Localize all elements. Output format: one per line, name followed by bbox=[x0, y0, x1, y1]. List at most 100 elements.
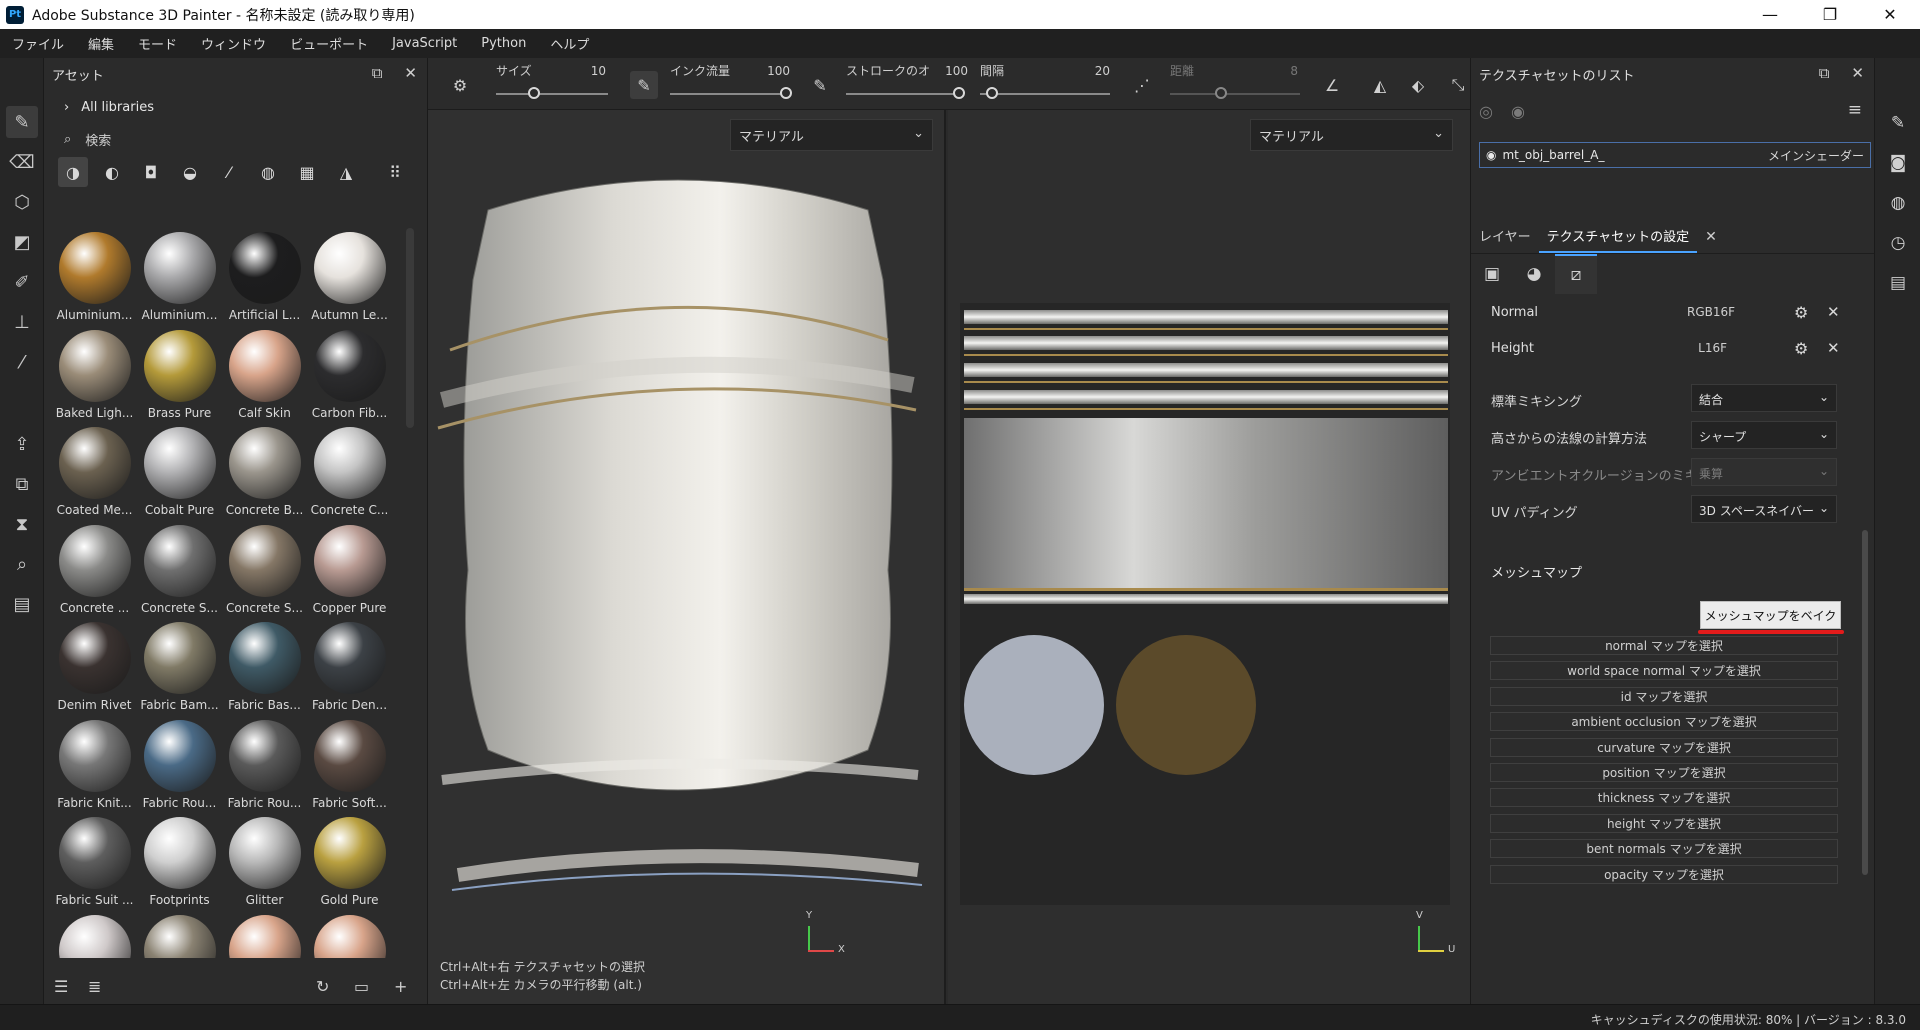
hide-icon[interactable]: ◎ bbox=[1479, 102, 1493, 121]
symmetry-icon[interactable]: ◭ bbox=[1366, 71, 1394, 99]
color-picker-icon[interactable]: ⁄ bbox=[6, 346, 38, 378]
stroke-value[interactable]: 100 bbox=[936, 64, 968, 78]
material-tile[interactable]: Fabric Bam... bbox=[137, 618, 222, 716]
hourglass-icon[interactable]: ⧗ bbox=[6, 508, 38, 540]
angle-icon[interactable]: ∠ bbox=[1318, 71, 1346, 99]
material-tile[interactable]: Autumn Le... bbox=[307, 228, 392, 326]
mesh-map-select-button[interactable]: normal マップを選択 bbox=[1490, 636, 1838, 655]
mesh-map-select-button[interactable]: height マップを選択 bbox=[1490, 813, 1838, 833]
log-icon[interactable]: ▤ bbox=[1883, 268, 1913, 298]
tab-layers[interactable]: レイヤー bbox=[1471, 226, 1539, 253]
pressure-icon[interactable]: ⤡ bbox=[1444, 71, 1472, 99]
material-tile[interactable]: Fabric Knit... bbox=[52, 716, 137, 814]
polygon-fill-icon[interactable]: ◩ bbox=[6, 226, 38, 258]
viewport-2d[interactable]: マテリアル ⌄ V U bbox=[948, 110, 1470, 1004]
material-tile[interactable]: Concrete S... bbox=[222, 521, 307, 619]
menu-viewport[interactable]: ビューポート bbox=[278, 34, 380, 53]
size-slider-knob[interactable] bbox=[528, 87, 540, 99]
close-panel-icon[interactable]: ✕ bbox=[1851, 64, 1864, 82]
size-slider[interactable] bbox=[496, 93, 608, 95]
texture-set-subtab-icon[interactable]: ▣ bbox=[1471, 254, 1513, 294]
material-tile[interactable]: Aluminium... bbox=[137, 228, 222, 326]
flow-slider-knob[interactable] bbox=[780, 87, 792, 99]
texture-filter-icon[interactable]: ▦ bbox=[292, 157, 322, 187]
library-selector[interactable]: › All libraries bbox=[44, 90, 427, 124]
undock-icon[interactable]: ⧉ bbox=[1819, 64, 1830, 82]
mesh-map-select-button[interactable]: id マップを選択 bbox=[1490, 686, 1838, 706]
menu-javascript[interactable]: JavaScript bbox=[380, 36, 469, 51]
spacing-slider[interactable] bbox=[980, 93, 1110, 95]
eye-icon[interactable]: ◉ bbox=[1486, 148, 1496, 162]
filter-list-icon[interactable]: ☰ bbox=[54, 977, 68, 996]
material-tile[interactable]: Artificial L... bbox=[222, 228, 307, 326]
smart-material-filter-icon[interactable]: ◐ bbox=[97, 157, 127, 187]
material-tile[interactable]: Gold Pure bbox=[307, 813, 392, 911]
material-tile[interactable]: Fabric Rou... bbox=[222, 716, 307, 814]
spacing-value[interactable]: 20 bbox=[1078, 64, 1110, 78]
height-normal-select[interactable]: シャープ ⌄ bbox=[1691, 421, 1837, 449]
material-tile[interactable] bbox=[307, 911, 392, 958]
normal-mixing-select[interactable]: 結合 ⌄ bbox=[1691, 384, 1837, 412]
mesh-map-select-button[interactable]: ambient occlusion マップを選択 bbox=[1490, 712, 1838, 732]
size-value[interactable]: 10 bbox=[578, 64, 606, 78]
clone-stamp-icon[interactable]: ⊥ bbox=[6, 306, 38, 338]
material-tile[interactable]: Cobalt Pure bbox=[137, 423, 222, 521]
material-tile[interactable]: Glitter bbox=[222, 813, 307, 911]
mesh-map-select-button[interactable]: bent normals マップを選択 bbox=[1490, 839, 1838, 859]
display-settings-icon[interactable]: ⌕ bbox=[6, 548, 38, 580]
filter-effect-icon[interactable]: ◒ bbox=[175, 157, 205, 187]
material-tile[interactable]: Fabric Bas... bbox=[222, 618, 307, 716]
lazy-mouse-icon[interactable]: ⋰ bbox=[1128, 71, 1156, 99]
material-filter-icon[interactable]: ◑ bbox=[58, 157, 88, 187]
search-bar[interactable]: ⌕ 検索 bbox=[44, 124, 427, 154]
material-tile[interactable]: Fabric Rou... bbox=[137, 716, 222, 814]
refresh-icon[interactable]: ↻ bbox=[316, 977, 329, 996]
visibility-icon[interactable]: ◉ bbox=[1511, 102, 1525, 121]
smudge-icon[interactable]: ✐ bbox=[6, 266, 38, 298]
gear-icon[interactable]: ⚙ bbox=[1794, 303, 1808, 322]
uv-padding-select[interactable]: 3D スペースネイバー ⌄ bbox=[1691, 495, 1837, 523]
material-tile[interactable] bbox=[137, 911, 222, 958]
material-tile[interactable]: Copper Pure bbox=[307, 521, 392, 619]
properties-icon[interactable]: ✎ bbox=[1883, 108, 1913, 138]
material-tile[interactable]: Denim Rivet bbox=[52, 618, 137, 716]
display-settings-icon[interactable]: ◍ bbox=[1883, 188, 1913, 218]
tab-close-icon[interactable]: ✕ bbox=[1697, 229, 1725, 253]
texture-set-item[interactable]: ◉ mt_obj_barrel_A_ メインシェーダー bbox=[1479, 142, 1871, 168]
mesh-map-select-button[interactable]: world space normal マップを選択 bbox=[1490, 661, 1838, 681]
shader-name[interactable]: メインシェーダー bbox=[1768, 147, 1864, 164]
bake-icon[interactable]: ⧉ bbox=[6, 468, 38, 500]
mesh-map-select-button[interactable]: opacity マップを選択 bbox=[1490, 864, 1838, 884]
folder-icon[interactable]: ▭ bbox=[354, 977, 369, 996]
material-tile[interactable]: Fabric Den... bbox=[307, 618, 392, 716]
remove-channel-icon[interactable]: ✕ bbox=[1827, 303, 1840, 321]
minimize-button[interactable]: — bbox=[1740, 0, 1800, 29]
mask-filter-icon[interactable]: ◘ bbox=[136, 157, 166, 187]
menu-help[interactable]: ヘルプ bbox=[538, 34, 601, 53]
menu-window[interactable]: ウィンドウ bbox=[189, 34, 278, 53]
projection-icon[interactable]: ⬡ bbox=[6, 186, 38, 218]
settings-scrollbar[interactable] bbox=[1862, 530, 1868, 875]
assets-scrollbar[interactable] bbox=[406, 228, 414, 428]
material-tile[interactable]: Concrete B... bbox=[222, 423, 307, 521]
mesh-map-select-button[interactable]: position マップを選択 bbox=[1490, 763, 1838, 782]
menu-file[interactable]: ファイル bbox=[0, 34, 76, 53]
brush-settings-icon[interactable]: ⚙ bbox=[446, 71, 474, 99]
material-tile[interactable]: Concrete C... bbox=[307, 423, 392, 521]
environment-filter-icon[interactable]: ◮ bbox=[331, 157, 361, 187]
history-icon[interactable]: ◷ bbox=[1883, 228, 1913, 258]
mesh-map-select-button[interactable]: thickness マップを選択 bbox=[1490, 788, 1838, 808]
menu-mode[interactable]: モード bbox=[126, 34, 189, 53]
material-tile[interactable] bbox=[52, 911, 137, 958]
material-tile[interactable]: Concrete ... bbox=[52, 521, 137, 619]
remove-channel-icon[interactable]: ✕ bbox=[1827, 339, 1840, 357]
material-tile[interactable]: Concrete S... bbox=[137, 521, 222, 619]
material-tile[interactable]: Baked Ligh... bbox=[52, 326, 137, 424]
close-panel-icon[interactable]: ✕ bbox=[404, 64, 417, 82]
grid-view-icon[interactable]: ⠿ bbox=[380, 157, 410, 187]
material-tile[interactable]: Footprints bbox=[137, 813, 222, 911]
flow-value[interactable]: 100 bbox=[758, 64, 790, 78]
uv-subtab-icon[interactable]: ⧄ bbox=[1555, 254, 1597, 294]
add-icon[interactable]: + bbox=[394, 977, 407, 996]
bake-mesh-maps-button[interactable]: メッシュマップをベイク bbox=[1700, 601, 1841, 629]
